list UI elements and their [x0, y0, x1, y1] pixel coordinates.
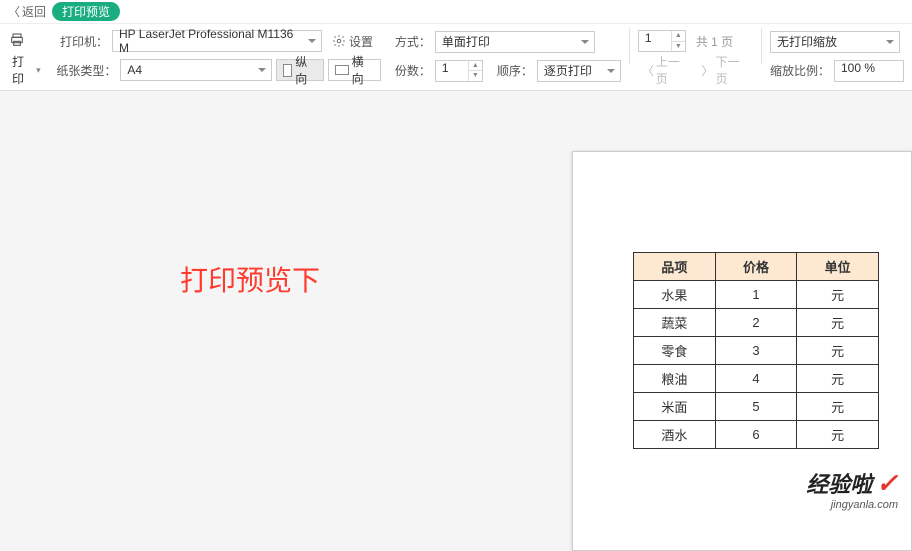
- orientation-portrait-button[interactable]: 纵向: [276, 59, 325, 81]
- table-cell: 元: [797, 393, 879, 421]
- table-row: 酒水6元: [634, 421, 879, 449]
- chevron-left-icon: 〈: [8, 3, 20, 20]
- paper-select[interactable]: A4: [120, 59, 271, 81]
- back-label: 返回: [22, 3, 46, 20]
- copies-spinner[interactable]: ▲▼: [468, 61, 482, 81]
- titlebar: 〈 返回 打印预览: [0, 0, 912, 24]
- table-cell: 元: [797, 337, 879, 365]
- table-cell: 4: [715, 365, 797, 393]
- copies-input[interactable]: 1 ▲▼: [435, 60, 483, 82]
- copies-label: 份数：: [395, 62, 431, 79]
- page-input[interactable]: 1 ▲▼: [638, 30, 686, 52]
- preview-area: 打印预览下 品项价格单位 水果1元蔬菜2元零食3元粮油4元米面5元酒水6元 经验…: [0, 91, 912, 521]
- page-title-badge: 打印预览: [52, 2, 120, 21]
- table-row: 水果1元: [634, 281, 879, 309]
- page-value: 1: [645, 31, 652, 45]
- orientation-portrait-label: 纵向: [295, 53, 317, 87]
- table-cell: 2: [715, 309, 797, 337]
- order-select[interactable]: 逐页打印: [537, 60, 621, 82]
- back-button[interactable]: 〈 返回: [8, 3, 46, 20]
- order-label: 顺序：: [497, 62, 533, 79]
- separator: [629, 28, 630, 64]
- table-cell: 酒水: [634, 421, 716, 449]
- total-pages: 共 1 页: [696, 33, 733, 50]
- table-cell: 5: [715, 393, 797, 421]
- settings-button[interactable]: 设置: [326, 30, 379, 52]
- zoom-mode-value: 无打印缩放: [777, 33, 837, 50]
- table-cell: 米面: [634, 393, 716, 421]
- zoom-ratio-label: 缩放比例：: [770, 62, 830, 79]
- paper-label: 纸张类型：: [56, 62, 116, 79]
- toolbar: 打印机： HP LaserJet Professional M1136 M 设置…: [0, 24, 912, 91]
- mode-select[interactable]: 单面打印: [435, 31, 595, 53]
- table-cell: 1: [715, 281, 797, 309]
- table-cell: 元: [797, 421, 879, 449]
- zoom-mode-select[interactable]: 无打印缩放: [770, 31, 900, 53]
- print-button[interactable]: 打印 ▾: [8, 53, 45, 87]
- printer-select[interactable]: HP LaserJet Professional M1136 M: [112, 30, 322, 52]
- printer-icon: [8, 32, 26, 51]
- table-cell: 6: [715, 421, 797, 449]
- zoom-value: 100 %: [841, 61, 875, 75]
- data-table: 品项价格单位 水果1元蔬菜2元零食3元粮油4元米面5元酒水6元: [633, 252, 879, 449]
- next-page-label: 下一页: [715, 53, 749, 87]
- prev-page-button[interactable]: 〈 上一页: [638, 53, 694, 87]
- watermark: 经验啦 ✓ jingyanla.com: [806, 467, 898, 511]
- chevron-left-icon: 〈: [642, 62, 654, 79]
- prev-page-label: 上一页: [656, 53, 690, 87]
- table-row: 蔬菜2元: [634, 309, 879, 337]
- mode-label: 方式：: [395, 33, 431, 50]
- separator: [761, 28, 762, 64]
- copies-value: 1: [442, 61, 449, 75]
- table-header: 价格: [715, 253, 797, 281]
- table-row: 零食3元: [634, 337, 879, 365]
- table-cell: 元: [797, 281, 879, 309]
- watermark-text: 经验啦: [806, 467, 872, 499]
- table-cell: 水果: [634, 281, 716, 309]
- chevron-down-icon: ▾: [36, 65, 41, 76]
- table-cell: 元: [797, 309, 879, 337]
- table-cell: 3: [715, 337, 797, 365]
- print-label: 打印: [12, 53, 34, 87]
- settings-label: 设置: [349, 33, 373, 50]
- landscape-icon: [335, 65, 348, 75]
- table-cell: 零食: [634, 337, 716, 365]
- table-cell: 蔬菜: [634, 309, 716, 337]
- order-value: 逐页打印: [544, 62, 592, 79]
- table-header: 单位: [797, 253, 879, 281]
- chevron-right-icon: 〉: [701, 62, 713, 79]
- page-spinner[interactable]: ▲▼: [671, 31, 685, 51]
- printer-label: 打印机：: [60, 33, 108, 50]
- check-icon: ✓: [876, 468, 898, 499]
- mode-value: 单面打印: [442, 33, 490, 50]
- next-page-button[interactable]: 〉 下一页: [697, 53, 753, 87]
- table-row: 粮油4元: [634, 365, 879, 393]
- table-row: 米面5元: [634, 393, 879, 421]
- table-cell: 元: [797, 365, 879, 393]
- zoom-input[interactable]: 100 %: [834, 60, 904, 82]
- paper-value: A4: [127, 63, 142, 77]
- printer-value: HP LaserJet Professional M1136 M: [119, 27, 305, 55]
- orientation-landscape-label: 横向: [352, 53, 374, 87]
- table-cell: 粮油: [634, 365, 716, 393]
- portrait-icon: [283, 64, 292, 77]
- table-header: 品项: [634, 253, 716, 281]
- watermark-sub: jingyanla.com: [806, 499, 898, 511]
- orientation-landscape-button[interactable]: 横向: [328, 59, 380, 81]
- overlay-annotation: 打印预览下: [180, 259, 320, 299]
